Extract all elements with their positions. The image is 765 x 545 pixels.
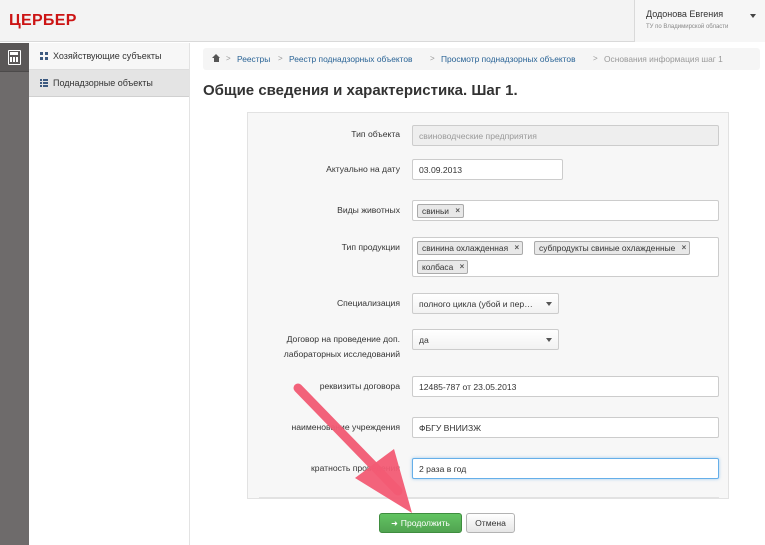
contract-details-value: 12485-787 от 23.05.2013 (419, 382, 517, 392)
tag-chilled-pork: свинина охлажденная × (417, 241, 524, 255)
contract-details-field[interactable]: 12485-787 от 23.05.2013 (412, 376, 719, 397)
breadcrumb-separator-icon: > (278, 54, 283, 63)
continue-button[interactable]: ➜ Продолжить (379, 513, 462, 533)
chevron-down-icon[interactable] (750, 14, 756, 18)
contract-label-line1: Договор на проведение доп. (286, 334, 400, 344)
breadcrumb-separator-icon: > (226, 54, 231, 63)
contract-label-line2: лабораторных исследований (283, 349, 400, 359)
page-title: Общие сведения и характеристика. Шаг 1. (203, 82, 518, 99)
user-name: Додонова Евгения (646, 9, 724, 19)
breadcrumb-item-registries[interactable]: Реестры (237, 54, 270, 64)
list-icon (40, 79, 48, 87)
sidebar-item-supervised-objects[interactable]: Поднадзорные объекты (29, 70, 189, 97)
tag-label: колбаса (422, 262, 454, 272)
breadcrumb-separator-icon: > (593, 54, 598, 63)
animal-types-multiselect[interactable]: свиньи × (412, 200, 719, 221)
user-organization: ТУ по Владимирской области (646, 24, 729, 30)
contract-details-label: реквизиты договора (319, 381, 400, 391)
animal-types-label: Виды животных (337, 205, 400, 215)
frequency-field[interactable]: 2 раза в год (412, 458, 719, 479)
breadcrumb-item-registry[interactable]: Реестр поднадзорных объектов (289, 54, 413, 64)
breadcrumb-separator-icon: > (430, 54, 435, 63)
contract-select[interactable]: да (412, 329, 559, 350)
remove-tag-icon[interactable]: × (460, 261, 465, 273)
sidebar-item-business-entities[interactable]: Хозяйствующие субъекты (29, 43, 189, 70)
object-type-label: Тип объекта (351, 129, 400, 139)
actual-date-field[interactable]: 03.09.2013 (412, 159, 563, 180)
object-type-field: свиноводческие предприятия (412, 125, 719, 146)
chevron-down-icon (546, 302, 552, 306)
tag-pigs: свиньи × (417, 204, 464, 218)
chevron-down-icon (546, 338, 552, 342)
cancel-button-label: Отмена (475, 518, 506, 528)
frequency-label: кратность проведения (311, 463, 400, 473)
breadcrumb-item-current: Основания информация шаг 1 (604, 54, 723, 64)
top-navbar: ЦЕРБЕР Додонова Евгения ТУ по Владимирск… (0, 0, 765, 42)
specialization-select[interactable]: полного цикла (убой и пер… (412, 293, 559, 314)
tag-pork-offal: субпродукты свиные охлажденные × (534, 241, 691, 255)
institution-label: наименование учреждения (291, 422, 400, 432)
calculator-icon (8, 50, 21, 65)
grid-icon (40, 52, 48, 60)
sidebar-item-label: Хозяйствующие субъекты (53, 51, 162, 61)
cancel-button[interactable]: Отмена (466, 513, 515, 533)
tag-label: свинина охлажденная (422, 243, 509, 253)
breadcrumb: > Реестры > Реестр поднадзорных объектов… (203, 48, 760, 70)
tag-label: субпродукты свиные охлажденные (539, 243, 676, 253)
contract-label: Договор на проведение доп. лабораторных … (260, 332, 400, 362)
sidebar: Хозяйствующие субъекты Поднадзорные объе… (29, 43, 190, 545)
remove-tag-icon[interactable]: × (455, 205, 460, 217)
home-icon[interactable] (212, 54, 221, 63)
institution-field[interactable]: ФБГУ ВНИИЗЖ (412, 417, 719, 438)
tag-label: свиньи (422, 206, 449, 216)
app-logo[interactable]: ЦЕРБЕР (9, 12, 77, 30)
form-divider (259, 497, 719, 498)
object-type-value: свиноводческие предприятия (419, 131, 537, 141)
remove-tag-icon[interactable]: × (514, 242, 519, 254)
product-types-label: Тип продукции (341, 242, 400, 252)
frequency-value: 2 раза в год (419, 464, 467, 474)
tag-sausage: колбаса × (417, 260, 469, 274)
remove-tag-icon[interactable]: × (682, 242, 687, 254)
product-types-multiselect[interactable]: свинина охлажденная × субпродукты свиные … (412, 237, 719, 277)
arrow-right-icon: ➜ (391, 519, 398, 528)
calculator-button[interactable] (0, 43, 29, 72)
left-rail (0, 43, 29, 545)
breadcrumb-item-view-objects[interactable]: Просмотр поднадзорных объектов (441, 54, 576, 64)
specialization-value: полного цикла (убой и пер… (419, 299, 533, 309)
user-menu[interactable]: Додонова Евгения ТУ по Владимирской обла… (634, 0, 765, 42)
contract-value: да (419, 335, 429, 345)
institution-value: ФБГУ ВНИИЗЖ (419, 423, 482, 433)
sidebar-item-label: Поднадзорные объекты (53, 78, 153, 88)
actual-date-label: Актуально на дату (326, 164, 400, 174)
continue-button-label: Продолжить (400, 518, 450, 528)
specialization-label: Специализация (336, 298, 400, 308)
actual-date-value: 03.09.2013 (419, 165, 463, 175)
